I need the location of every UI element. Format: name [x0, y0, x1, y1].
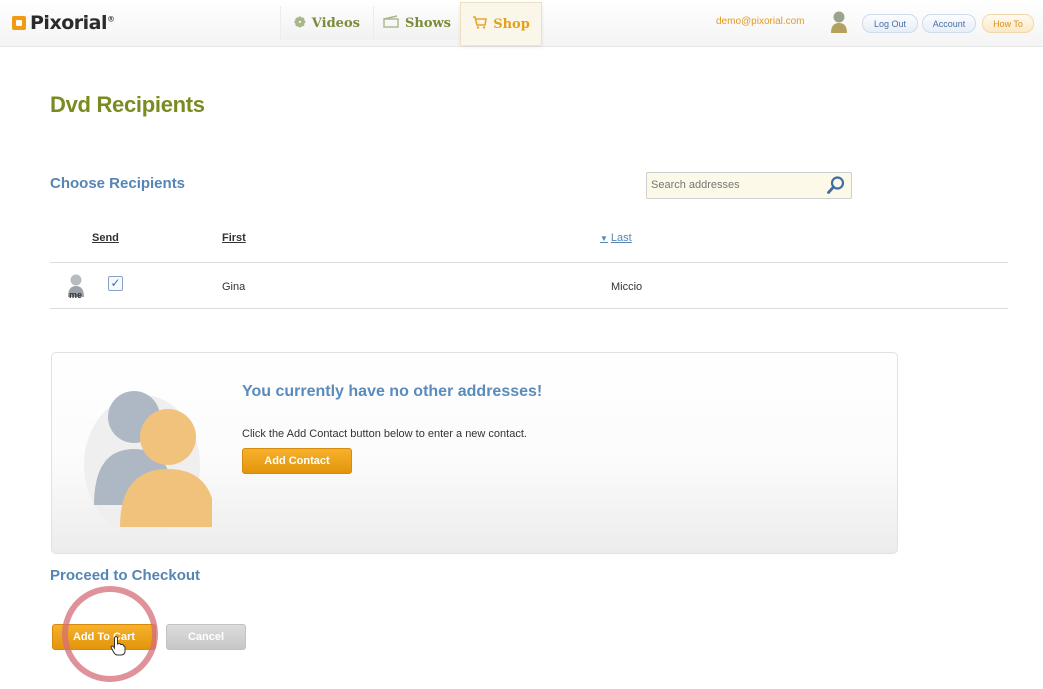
add-contact-button[interactable]: Add Contact [242, 448, 352, 474]
no-addresses-heading: You currently have no other addresses! [242, 383, 543, 400]
film-reel-icon: ❁ [294, 15, 306, 31]
search-input[interactable] [649, 175, 823, 194]
top-navigation-bar: Pixorial® ❁ Videos Shows Shop demo@pixor… [0, 0, 1043, 47]
proceed-to-checkout-heading: Proceed to Checkout [50, 567, 201, 584]
account-button[interactable]: Account [922, 14, 976, 33]
logo-mark-icon [12, 16, 26, 30]
shopping-cart-icon [472, 15, 488, 33]
first-name-cell: Gina [222, 281, 246, 293]
add-to-cart-button[interactable]: Add To Cart [52, 624, 156, 650]
table-divider [50, 262, 1008, 263]
user-email[interactable]: demo@pixorial.com [716, 16, 805, 27]
page-title: Dvd Recipients [50, 92, 205, 117]
magnifier-icon[interactable] [825, 174, 847, 196]
column-header-last-label: Last [610, 232, 632, 244]
me-badge: me [69, 290, 83, 300]
tab-shows-label: Shows [404, 15, 452, 31]
sort-desc-icon: ▼ [600, 234, 608, 243]
how-to-button[interactable]: How To [982, 14, 1034, 33]
tab-shop-label: Shop [493, 16, 530, 32]
no-addresses-panel: You currently have no other addresses! C… [51, 352, 898, 554]
column-header-first[interactable]: First [222, 232, 246, 244]
hand-cursor-icon [110, 636, 126, 656]
search-box [646, 172, 852, 199]
tab-shows[interactable]: Shows [373, 6, 461, 40]
last-name-cell: Miccio [611, 281, 643, 293]
send-checkbox[interactable]: ✓ [108, 276, 123, 291]
choose-recipients-heading: Choose Recipients [50, 175, 186, 192]
logout-button[interactable]: Log Out [862, 14, 918, 33]
tab-videos[interactable]: ❁ Videos [280, 6, 374, 40]
tab-videos-label: Videos [311, 15, 360, 31]
contacts-illustration-icon [84, 391, 212, 535]
user-avatar-icon[interactable] [830, 10, 848, 34]
column-header-send[interactable]: Send [92, 232, 119, 244]
clapper-icon [383, 14, 399, 32]
no-addresses-description: Click the Add Contact button below to en… [242, 428, 527, 440]
cancel-button[interactable]: Cancel [166, 624, 246, 650]
pixorial-logo[interactable]: Pixorial® [12, 10, 115, 36]
tab-shop[interactable]: Shop [460, 2, 542, 45]
column-header-last[interactable]: ▼ Last [600, 232, 632, 244]
logo-text: Pixorial® [30, 12, 115, 34]
table-divider [50, 308, 1008, 309]
